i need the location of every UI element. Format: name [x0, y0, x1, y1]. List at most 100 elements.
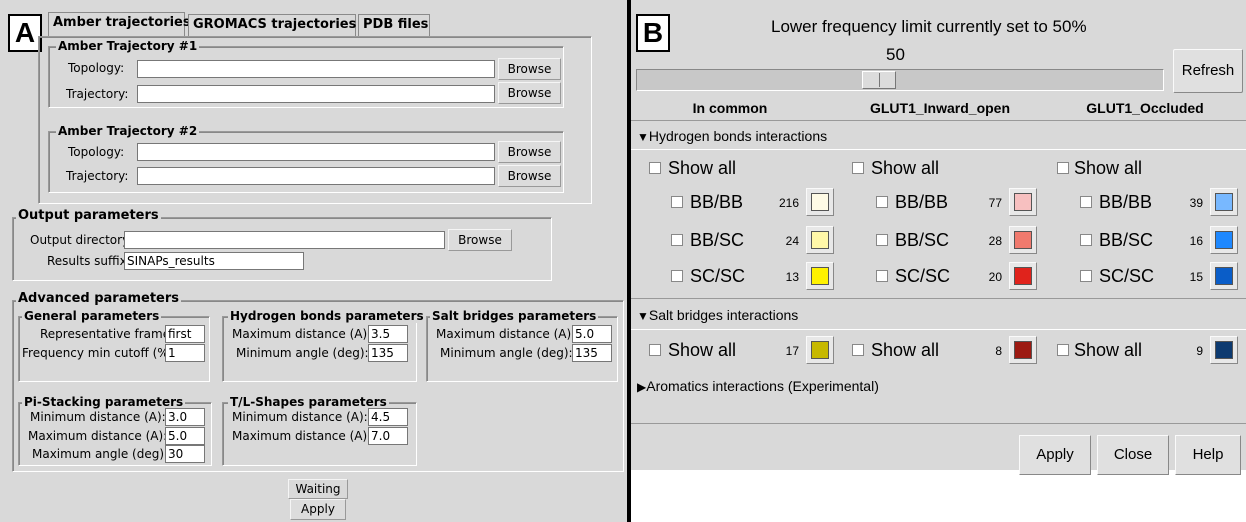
bbbb-checkbox-occluded[interactable]	[1080, 196, 1092, 208]
bbsc-color-common[interactable]	[806, 226, 834, 254]
hbond-showall-checkbox-inward[interactable]	[852, 162, 864, 174]
bbbb-label-inward: BB/BB	[895, 192, 949, 212]
bbbb-count-common: 216	[778, 196, 799, 210]
aromatics-section-header[interactable]: ▶Aromatics interactions (Experimental)	[637, 378, 879, 394]
bbbb-color-inward[interactable]	[1009, 188, 1037, 216]
bbbb-color-common[interactable]	[806, 188, 834, 216]
scsc-label-occluded: SC/SC	[1099, 266, 1155, 286]
topology2-input[interactable]	[137, 143, 495, 161]
frequency-slider[interactable]	[636, 69, 1164, 91]
color-swatch	[1215, 267, 1233, 285]
tl-maxd-input[interactable]: 7.0	[368, 427, 408, 445]
color-swatch	[811, 231, 829, 249]
slider-value: 50	[886, 45, 905, 64]
suffix-input[interactable]: SINAPs_results	[124, 252, 304, 270]
aromatics-section-label: Aromatics interactions (Experimental)	[646, 378, 879, 394]
salt-showall-label-occluded: Show all	[1074, 340, 1143, 360]
scsc-color-occluded[interactable]	[1210, 262, 1238, 290]
apply-button-a[interactable]: Apply	[290, 499, 346, 520]
bbsc-color-occluded[interactable]	[1210, 226, 1238, 254]
bbsc-checkbox-inward[interactable]	[876, 234, 888, 246]
salt-showall-checkbox-occluded[interactable]	[1057, 344, 1069, 356]
scsc-color-inward[interactable]	[1009, 262, 1037, 290]
close-button[interactable]: Close	[1097, 435, 1169, 475]
bbbb-color-occluded[interactable]	[1210, 188, 1238, 216]
tab-pdb[interactable]: PDB files	[358, 14, 430, 36]
salt-maxd-input[interactable]: 5.0	[572, 325, 612, 343]
browse-topology2-button[interactable]: Browse	[498, 141, 561, 163]
freq-limit-text: Lower frequency limit currently set to 5…	[771, 17, 1087, 36]
scsc-checkbox-common[interactable]	[671, 270, 683, 282]
tab-amber[interactable]: Amber trajectories	[48, 12, 191, 37]
browse-output-button[interactable]: Browse	[448, 229, 512, 251]
hbond-mina-input[interactable]: 135	[368, 344, 408, 362]
general-title: General parameters	[22, 309, 162, 323]
collapsed-triangle-icon: ▶	[637, 380, 647, 394]
browse-trajectory2-button[interactable]: Browse	[498, 165, 561, 187]
color-swatch	[1215, 231, 1233, 249]
pi-mind-input[interactable]: 3.0	[165, 408, 205, 426]
hbond-showall-checkbox-common[interactable]	[649, 162, 661, 174]
status-label: Waiting	[288, 479, 348, 499]
tab-gromacs[interactable]: GROMACS trajectories	[188, 14, 356, 36]
panel-b-letter: B	[636, 14, 670, 52]
salt-mina-input[interactable]: 135	[572, 344, 612, 362]
color-swatch	[1215, 341, 1233, 359]
expanded-triangle-icon: ▼	[637, 130, 649, 144]
output-dir-input[interactable]	[124, 231, 445, 249]
hbond-showall-checkbox-occluded[interactable]	[1057, 162, 1069, 174]
suffix-label: Results suffix:	[47, 254, 131, 268]
bbbb-label-common: BB/BB	[690, 192, 744, 212]
amber-traj2-title: Amber Trajectory #2	[56, 124, 200, 138]
salt-color-inward[interactable]	[1009, 336, 1037, 364]
freq-cutoff-input[interactable]: 1	[165, 344, 205, 362]
scsc-color-common[interactable]	[806, 262, 834, 290]
salt-showall-checkbox-inward[interactable]	[852, 344, 864, 356]
hbond-showall-label-occluded: Show all	[1074, 158, 1143, 178]
bbsc-color-inward[interactable]	[1009, 226, 1037, 254]
bbsc-count-common: 24	[785, 234, 799, 248]
refresh-button[interactable]: Refresh	[1173, 49, 1243, 93]
hbond-section-header[interactable]: ▼Hydrogen bonds interactions	[631, 120, 1246, 150]
trajectory1-input[interactable]	[137, 85, 495, 103]
salt-mina-label: Minimum angle (deg):	[440, 346, 573, 360]
bbsc-checkbox-occluded[interactable]	[1080, 234, 1092, 246]
salt-color-occluded[interactable]	[1210, 336, 1238, 364]
color-swatch	[811, 267, 829, 285]
panel-a-letter: A	[8, 14, 42, 52]
advanced-title: Advanced parameters	[16, 291, 182, 306]
color-swatch	[811, 341, 829, 359]
hbond-maxd-input[interactable]: 3.5	[368, 325, 408, 343]
trajectory2-input[interactable]	[137, 167, 495, 185]
pi-maxa-input[interactable]: 30	[165, 445, 205, 463]
apply-button-b[interactable]: Apply	[1019, 435, 1091, 475]
bbbb-label-occluded: BB/BB	[1099, 192, 1153, 212]
browse-trajectory1-button[interactable]: Browse	[498, 82, 561, 104]
browse-topology1-button[interactable]: Browse	[498, 58, 561, 80]
topology1-input[interactable]	[137, 60, 495, 78]
salt-showall-label-inward: Show all	[871, 340, 940, 360]
color-swatch	[1014, 231, 1032, 249]
rep-frame-label: Representative frame:	[40, 327, 175, 341]
salt-color-common[interactable]	[806, 336, 834, 364]
bbbb-checkbox-common[interactable]	[671, 196, 683, 208]
tl-mind-input[interactable]: 4.5	[368, 408, 408, 426]
bbbb-checkbox-inward[interactable]	[876, 196, 888, 208]
salt-showall-checkbox-common[interactable]	[649, 344, 661, 356]
help-button[interactable]: Help	[1175, 435, 1241, 475]
output-title: Output parameters	[16, 208, 161, 223]
hbond-showall-label-common: Show all	[668, 158, 737, 178]
salt-section-header[interactable]: ▼Salt bridges interactions	[631, 298, 1246, 330]
slider-handle[interactable]	[862, 71, 896, 89]
color-swatch	[1014, 193, 1032, 211]
scsc-checkbox-occluded[interactable]	[1080, 270, 1092, 282]
expanded-triangle-icon: ▼	[637, 309, 649, 323]
bbsc-checkbox-common[interactable]	[671, 234, 683, 246]
col-glut1-occluded: GLUT1_Occluded	[1086, 100, 1204, 116]
scsc-checkbox-inward[interactable]	[876, 270, 888, 282]
pi-maxd-input[interactable]: 5.0	[165, 427, 205, 445]
scsc-label-common: SC/SC	[690, 266, 746, 286]
rep-frame-input[interactable]: first	[165, 325, 205, 343]
pi-title: Pi-Stacking parameters	[22, 395, 186, 409]
color-swatch	[1014, 341, 1032, 359]
